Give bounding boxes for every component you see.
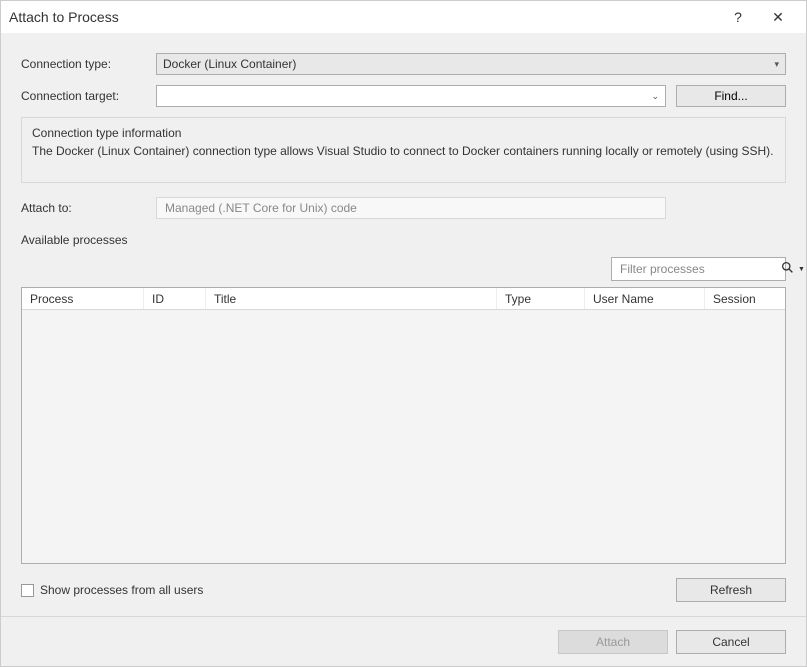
connection-target-label: Connection target: [21,89,156,103]
connection-target-row: Connection target: ⌄ Find... [21,85,786,107]
bottom-row: Show processes from all users Refresh [21,578,786,602]
attach-to-value: Managed (.NET Core for Unix) code [165,201,357,215]
help-button[interactable]: ? [718,1,758,33]
titlebar: Attach to Process ? ✕ [1,1,806,33]
info-text: The Docker (Linux Container) connection … [32,144,775,158]
chevron-down-icon: ▼ [798,266,805,273]
info-title: Connection type information [32,126,775,140]
col-id[interactable]: ID [144,288,206,309]
dialog-title: Attach to Process [9,9,718,25]
attach-button[interactable]: Attach [558,630,668,654]
dialog-footer: Attach Cancel [1,616,806,666]
show-all-users-checkbox[interactable] [21,584,34,597]
find-button[interactable]: Find... [676,85,786,107]
close-button[interactable]: ✕ [758,1,798,33]
filter-row: ▼ [21,257,786,281]
attach-to-label: Attach to: [21,201,156,215]
refresh-button[interactable]: Refresh [676,578,786,602]
col-process[interactable]: Process [22,288,144,309]
connection-type-info-group: Connection type information The Docker (… [21,117,786,183]
cancel-button[interactable]: Cancel [676,630,786,654]
filter-processes-box[interactable]: ▼ [611,257,786,281]
col-user[interactable]: User Name [585,288,705,309]
attach-to-process-dialog: Attach to Process ? ✕ Connection type: D… [0,0,807,667]
col-title[interactable]: Title [206,288,497,309]
connection-type-label: Connection type: [21,57,156,71]
processes-table[interactable]: Process ID Title Type User Name Session [21,287,786,564]
chevron-down-icon: ⌄ [651,91,659,102]
connection-type-value: Docker (Linux Container) [163,57,296,71]
search-icon [781,261,794,277]
connection-type-row: Connection type: Docker (Linux Container… [21,53,786,75]
table-header: Process ID Title Type User Name Session [22,288,785,310]
connection-type-dropdown[interactable]: Docker (Linux Container) ▾ [156,53,786,75]
connection-target-dropdown[interactable]: ⌄ [156,85,666,107]
col-session[interactable]: Session [705,288,785,309]
available-processes-label: Available processes [21,233,786,247]
show-all-users-label: Show processes from all users [40,583,676,597]
chevron-down-icon: ▾ [774,59,779,70]
col-type[interactable]: Type [497,288,585,309]
attach-to-row: Attach to: Managed (.NET Core for Unix) … [21,197,786,219]
filter-processes-input[interactable] [618,261,777,277]
attach-to-value-box: Managed (.NET Core for Unix) code [156,197,666,219]
dialog-body: Connection type: Docker (Linux Container… [1,33,806,616]
